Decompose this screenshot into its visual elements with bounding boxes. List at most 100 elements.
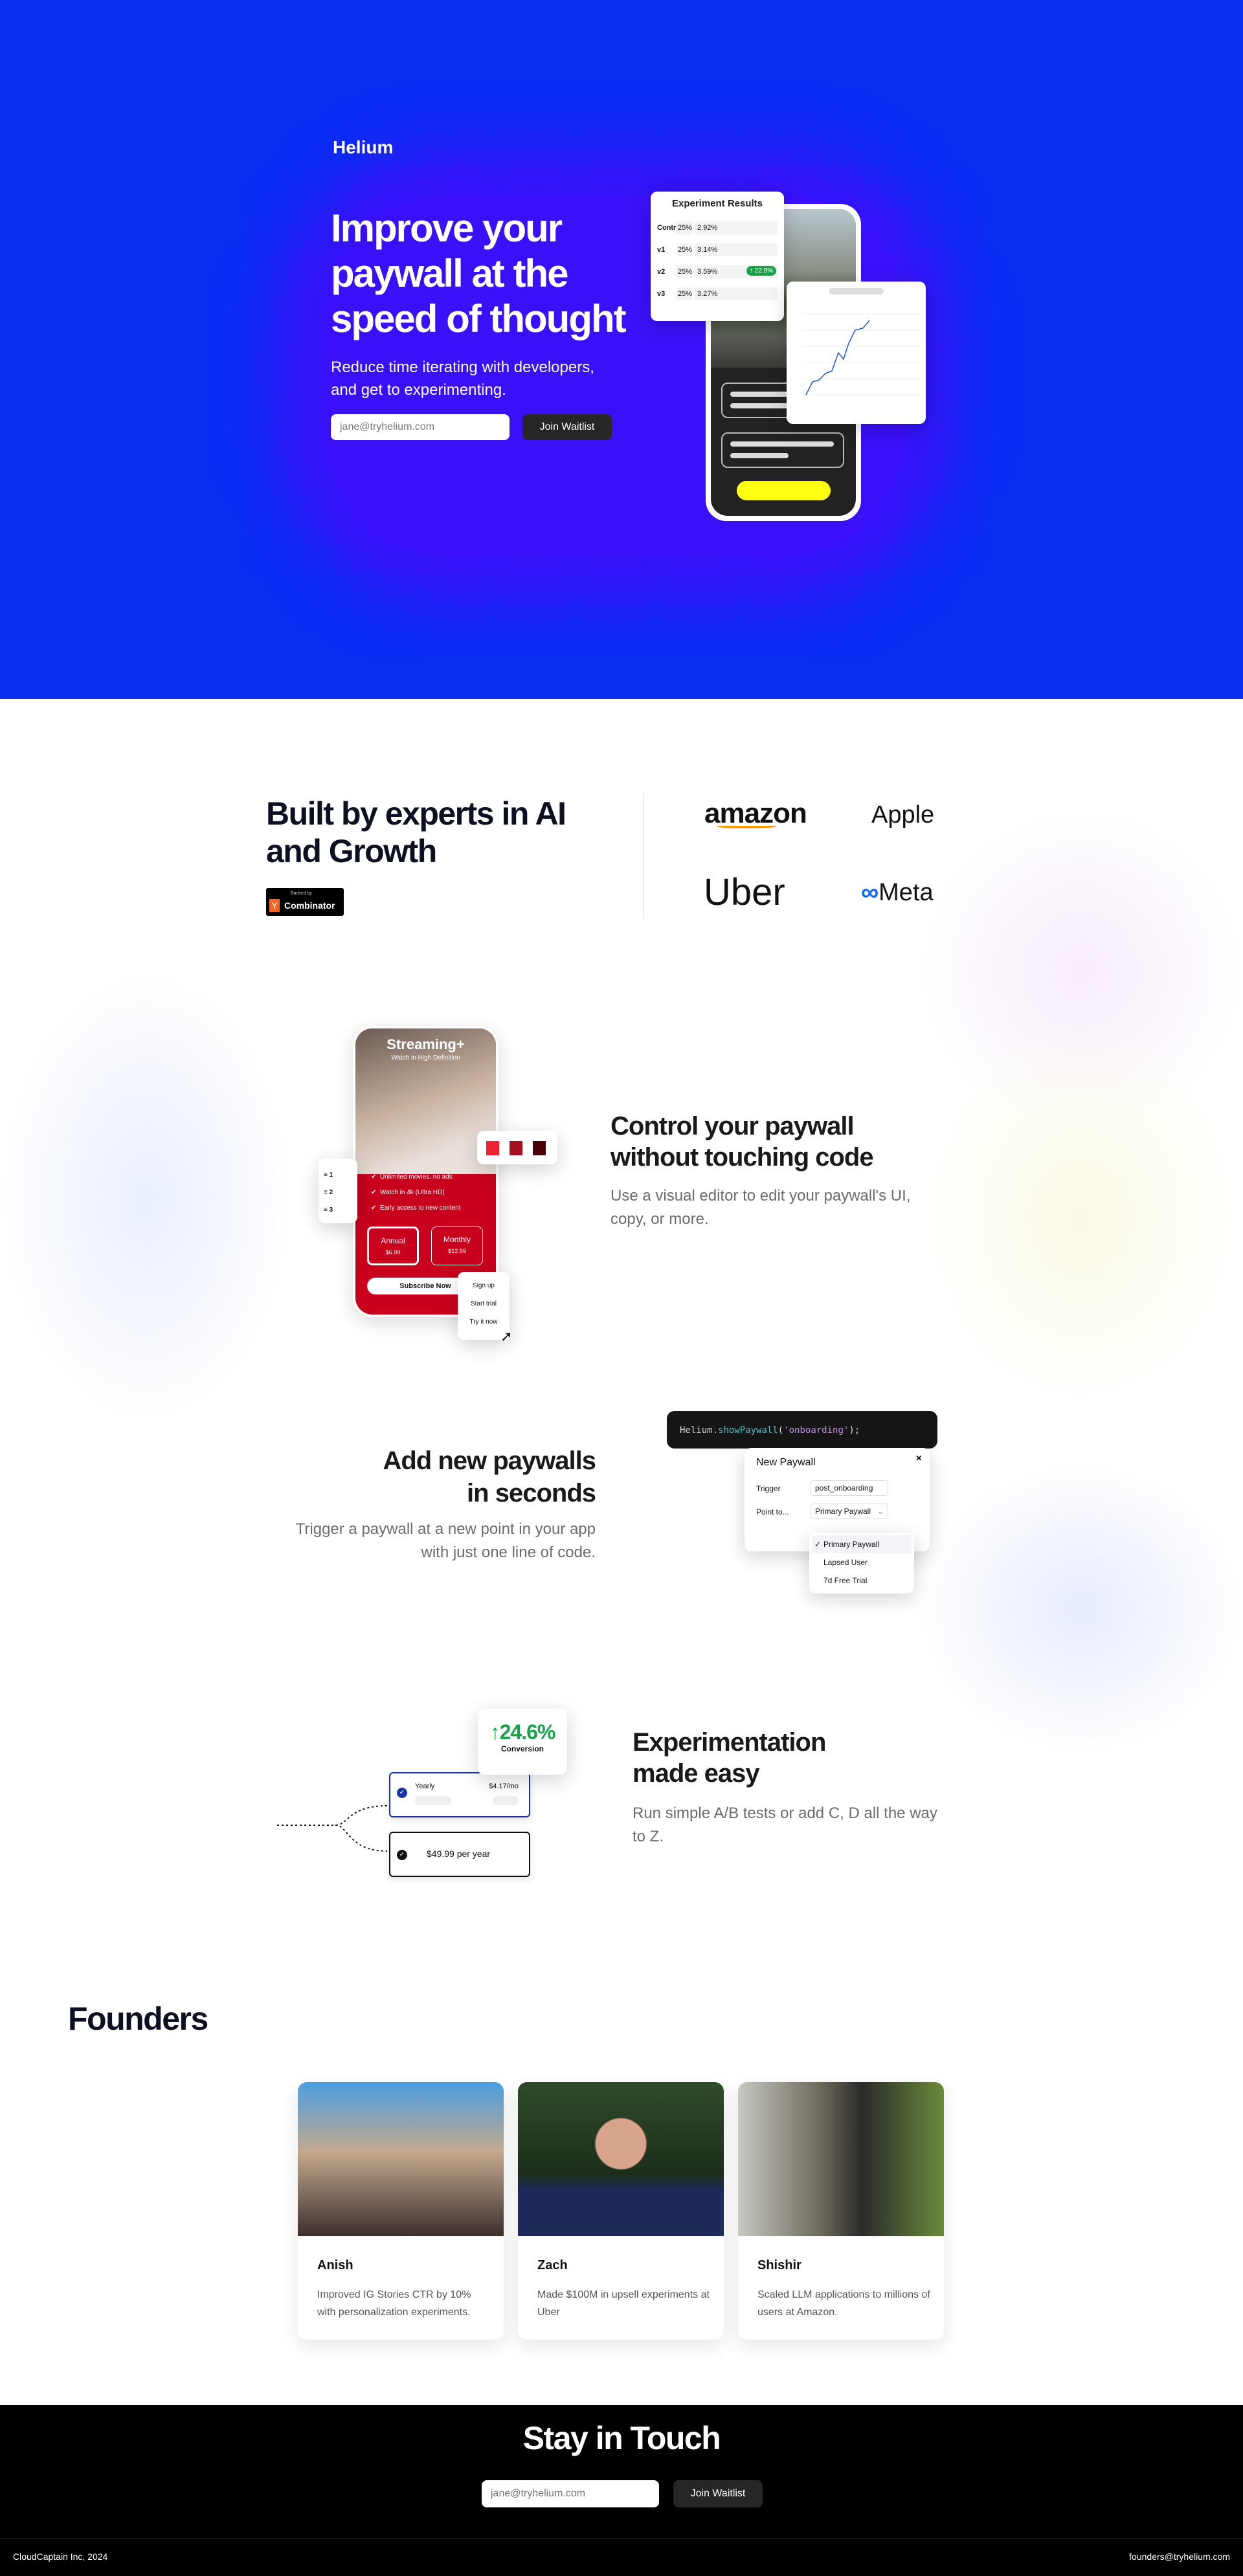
variant-name: v2	[657, 268, 666, 276]
swatch[interactable]	[510, 1141, 522, 1155]
drag-handle[interactable]: 3	[330, 1206, 333, 1214]
subtitle-line: and get to experimenting.	[331, 381, 506, 399]
variant-split: 25%	[677, 265, 692, 278]
meta-infinity-icon: ∞	[861, 879, 879, 906]
plan-option-placeholder	[721, 432, 844, 468]
code-snippet: Helium.showPaywall('onboarding');	[667, 1411, 937, 1449]
color-swatches	[477, 1131, 557, 1164]
hero-subtitle: Reduce time iterating with developers, a…	[331, 356, 655, 401]
stay-in-touch-title: Stay in Touch	[522, 2420, 721, 2456]
experts-title: Built by experts in AI and Growth	[266, 795, 603, 870]
feature3-title: Experimentation made easy	[633, 1728, 826, 1788]
uber-logo: Uber	[704, 871, 785, 913]
variant-split: 25%	[677, 287, 692, 300]
cursor-icon: ➚	[500, 1328, 513, 1344]
feature2-desc: Trigger a paywall at a new point in your…	[295, 1520, 596, 1561]
founder-card: Shishir Scaled LLM applications to milli…	[738, 2082, 944, 2340]
experiment-results-card: Experiment Results Control 25% 2.92% v1 25%…	[651, 192, 784, 321]
growth-line-chart	[803, 313, 919, 395]
plan-name: Yearly	[415, 1782, 435, 1790]
bg-blob	[0, 971, 291, 1424]
founder-photo	[298, 2082, 504, 2236]
yc-logo: Y	[269, 899, 280, 912]
experiment-row: v1 25% 3.14%	[657, 239, 778, 261]
experiment-row: v2 25% 3.59% ↑ 22.9%	[657, 261, 778, 283]
hero-section: Helium Improve your paywall at the speed…	[0, 0, 1243, 699]
hero-title-line: speed of thought	[331, 297, 627, 340]
divider	[643, 793, 644, 919]
contact-email-link[interactable]: founders@tryhelium.com	[1129, 2551, 1230, 2562]
drag-handle[interactable]: 1	[330, 1171, 333, 1179]
footer-email-input[interactable]	[482, 2480, 659, 2507]
lift-badge: ↑ 22.9%	[746, 266, 776, 276]
variant-name: v3	[657, 290, 666, 298]
variant-rate: 3.27%	[695, 287, 778, 300]
subtitle-line: Reduce time iterating with developers,	[331, 359, 594, 376]
reorder-panel: ≡ 1 ≡ 2 ≡ 3	[319, 1159, 357, 1223]
variant-rate: 2.92%	[695, 221, 778, 234]
trigger-input[interactable]: post_onboarding	[811, 1480, 888, 1496]
close-icon[interactable]: ×	[916, 1453, 922, 1465]
founder-card: Anish Improved IG Stories CTR by 10% wit…	[298, 2082, 504, 2340]
founder-photo	[518, 2082, 724, 2236]
dropdown-option-selected[interactable]: ✓ Primary Paywall	[812, 1535, 912, 1553]
split-arrows	[277, 1805, 388, 1852]
yc-badge: Backed by Y Combinator	[266, 888, 344, 916]
variant-name: v1	[657, 246, 666, 254]
founder-bio: Improved IG Stories CTR by 10% with pers…	[317, 2289, 471, 2318]
variant-name: Control	[657, 224, 683, 232]
check-icon: ✓	[397, 1850, 407, 1860]
copyright: CloudCaptain Inc, 2024	[13, 2551, 108, 2562]
yc-backed-by: Backed by	[291, 891, 312, 896]
benefit-item: ✔ Watch in 4k (Ultra HD)	[371, 1189, 445, 1196]
footer-join-waitlist-button[interactable]: Join Waitlist	[673, 2480, 763, 2507]
variant-rate: 3.14%	[695, 243, 778, 256]
check-icon: ✓	[397, 1788, 407, 1798]
plan-annual[interactable]: Annual $6.99	[367, 1227, 419, 1265]
founder-name: Anish	[317, 2258, 353, 2272]
hero-title: Improve your paywall at the speed of tho…	[331, 206, 667, 342]
title-line: Built by experts in AI	[266, 795, 566, 832]
cta-option[interactable]: Start trial	[458, 1295, 510, 1313]
conversion-card: ↑24.6% Conversion	[478, 1709, 567, 1775]
modal-title: New Paywall	[756, 1457, 816, 1468]
yc-name: Combinator	[284, 900, 335, 911]
growth-line	[805, 320, 870, 395]
meta-logo: ∞Meta	[861, 879, 934, 906]
founders-title: Founders	[68, 2001, 208, 2037]
swatch[interactable]	[486, 1141, 499, 1155]
footer: Stay in Touch Join Waitlist CloudCaptain…	[0, 2405, 1243, 2576]
conversion-lift: 24.6%	[499, 1720, 556, 1744]
plan-price: $4.17/mo	[489, 1782, 519, 1790]
founder-bio: Made $100M in upsell experiments at Uber	[537, 2289, 710, 2318]
helium-logo[interactable]: Helium	[333, 137, 393, 158]
hero-title-line: Improve your	[331, 206, 563, 250]
plan-monthly[interactable]: Monthly $12.99	[431, 1227, 483, 1265]
app-tagline: Watch in High Definition	[391, 1054, 460, 1061]
app-name: Streaming+	[386, 1036, 465, 1052]
experiment-title: Experiment Results	[671, 198, 763, 209]
point-to-select[interactable]: Primary Paywall ⌄	[811, 1504, 888, 1519]
feature2-title: Add new paywalls in seconds	[383, 1447, 596, 1507]
point-to-label: Point to...	[756, 1507, 789, 1516]
variant-rate: 3.59% ↑ 22.9%	[695, 265, 778, 278]
amazon-logo: amazon	[704, 797, 807, 829]
hero-email-input[interactable]	[331, 414, 510, 440]
dropdown-option[interactable]: 7d Free Trial	[812, 1571, 912, 1590]
check-icon: ✓	[814, 1540, 822, 1549]
dropdown-option[interactable]: Lapsed User	[812, 1553, 912, 1571]
trigger-label: Trigger	[756, 1484, 781, 1493]
drag-handle[interactable]: 2	[330, 1189, 333, 1196]
annual-plan-card[interactable]: ✓ $49.99 per year	[389, 1832, 530, 1877]
swatch[interactable]	[533, 1141, 546, 1155]
paywall-dropdown: ✓ Primary Paywall Lapsed User 7d Free Tri…	[809, 1533, 914, 1593]
yearly-plan-card[interactable]: ✓ Yearly $4.17/mo	[389, 1772, 530, 1817]
conversion-label: Conversion	[500, 1744, 544, 1753]
founder-name: Zach	[537, 2258, 568, 2272]
cta-option[interactable]: Sign up	[458, 1277, 510, 1295]
plan-label: $49.99 per year	[427, 1849, 491, 1859]
hero-join-waitlist-button[interactable]: Join Waitlist	[522, 414, 612, 440]
variant-rate-value: 3.59%	[697, 268, 718, 276]
benefit-list: ✔ Unlimited movies, no ads ✔ Watch in 4k…	[371, 1170, 460, 1216]
bg-blob	[919, 1463, 1243, 1754]
